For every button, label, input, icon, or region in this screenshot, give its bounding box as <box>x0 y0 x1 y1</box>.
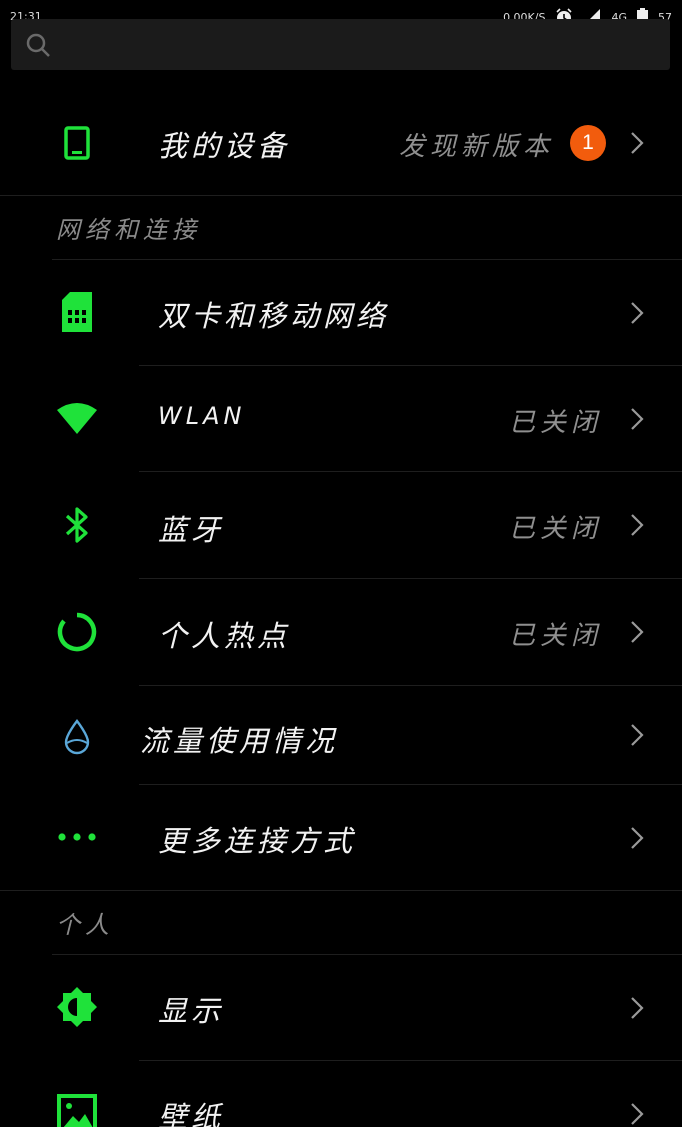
my-device-row[interactable]: 我的设备 发现新版本 1 <box>0 93 682 193</box>
wallpaper-row[interactable]: 壁纸 <box>0 1061 682 1127</box>
more-connections-label: 更多连接方式 <box>158 824 357 858</box>
chevron-right-icon <box>630 301 644 329</box>
brightness-icon <box>56 986 98 1028</box>
sim-card-icon <box>56 291 98 333</box>
dual-sim-label: 双卡和移动网络 <box>158 299 390 333</box>
chevron-right-icon <box>630 513 644 541</box>
wallpaper-label: 壁纸 <box>158 1100 225 1127</box>
more-dots-icon <box>56 816 98 858</box>
chevron-right-icon <box>630 620 644 648</box>
my-device-label: 我的设备 <box>158 129 291 163</box>
wallpaper-icon <box>56 1093 98 1127</box>
section-personal-title: 个人 <box>56 911 114 939</box>
wifi-icon <box>56 397 98 439</box>
search-bar[interactable] <box>11 19 670 70</box>
divider <box>0 195 682 196</box>
hotspot-icon <box>56 611 98 653</box>
bluetooth-row[interactable]: 蓝牙 已关闭 <box>0 472 682 578</box>
chevron-right-icon <box>630 131 644 159</box>
hotspot-label: 个人热点 <box>158 619 291 653</box>
display-row[interactable]: 显示 <box>0 955 682 1060</box>
dual-sim-row[interactable]: 双卡和移动网络 <box>0 260 682 365</box>
more-connections-row[interactable]: 更多连接方式 <box>0 785 682 890</box>
wlan-label: WLAN <box>158 402 246 430</box>
data-usage-row[interactable]: 流量使用情况 <box>0 686 682 784</box>
data-usage-label: 流量使用情况 <box>140 724 339 758</box>
wlan-status: 已关闭 <box>508 408 602 438</box>
divider <box>0 890 682 891</box>
chevron-right-icon <box>630 1102 644 1127</box>
chevron-right-icon <box>630 826 644 854</box>
phone-icon <box>56 122 98 164</box>
chevron-right-icon <box>630 723 644 751</box>
hotspot-status: 已关闭 <box>508 621 602 651</box>
section-network-title: 网络和连接 <box>56 216 201 244</box>
chevron-right-icon <box>630 996 644 1024</box>
update-badge: 1 <box>570 125 606 161</box>
search-icon <box>25 32 51 62</box>
display-label: 显示 <box>158 994 225 1028</box>
bluetooth-icon <box>56 504 98 546</box>
hotspot-row[interactable]: 个人热点 已关闭 <box>0 579 682 685</box>
bluetooth-status: 已关闭 <box>508 514 602 544</box>
settings-screen: 21:31 0.00K/S 4G 57 我的设备 发现新版本 1 网络和连接 双… <box>0 0 682 1127</box>
new-version-text: 发现新版本 <box>398 132 554 162</box>
chevron-right-icon <box>630 407 644 435</box>
water-drop-icon <box>56 716 98 758</box>
bluetooth-label: 蓝牙 <box>158 513 225 547</box>
wlan-row[interactable]: WLAN 已关闭 <box>0 366 682 471</box>
